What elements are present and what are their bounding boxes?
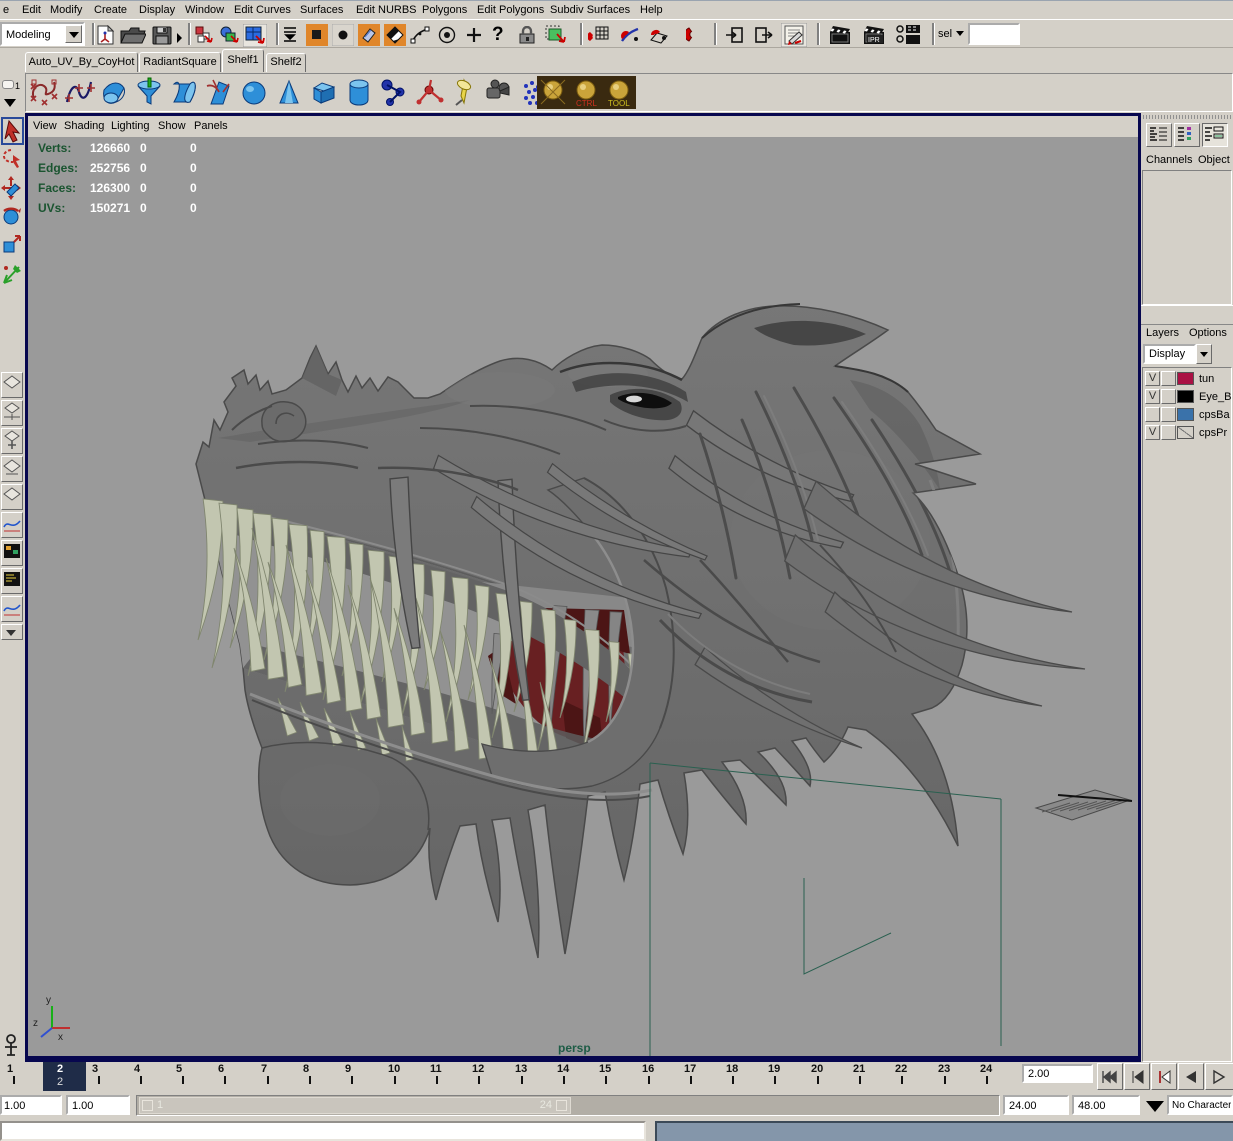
svg-text:z: z <box>33 1018 38 1029</box>
svg-text:CTRL: CTRL <box>576 99 597 108</box>
svg-text:x: x <box>58 1032 63 1043</box>
svg-text:Edges:: Edges: <box>38 161 78 175</box>
svg-text:0: 0 <box>190 141 197 155</box>
svg-text:Faces:: Faces: <box>38 181 76 195</box>
svg-text:TOOL: TOOL <box>608 99 630 108</box>
svg-text:y: y <box>46 995 51 1006</box>
svg-text:0: 0 <box>190 201 197 215</box>
svg-text:0: 0 <box>140 161 147 175</box>
svg-text:UVs:: UVs: <box>38 201 65 215</box>
svg-text:Verts:: Verts: <box>38 141 71 155</box>
svg-text:150271: 150271 <box>90 201 130 215</box>
svg-text:126300: 126300 <box>90 181 130 195</box>
svg-text:IPR: IPR <box>868 37 880 44</box>
svg-text:persp: persp <box>558 1041 591 1055</box>
svg-text:0: 0 <box>190 161 197 175</box>
svg-text:0: 0 <box>190 181 197 195</box>
svg-text:0: 0 <box>140 141 147 155</box>
svg-text:0: 0 <box>140 201 147 215</box>
svg-text:126660: 126660 <box>90 141 130 155</box>
svg-text:252756: 252756 <box>90 161 130 175</box>
svg-text:0: 0 <box>140 181 147 195</box>
